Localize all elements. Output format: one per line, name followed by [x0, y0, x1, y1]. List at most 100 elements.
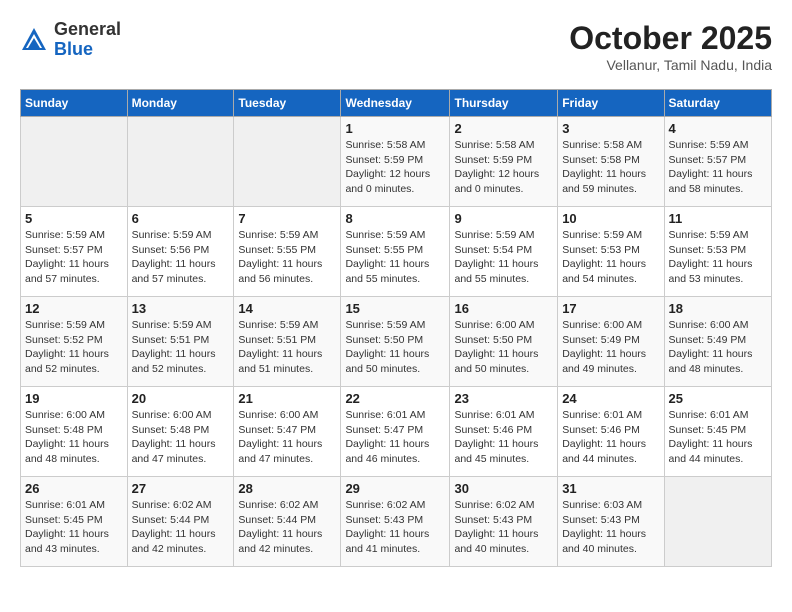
- weekday-header-row: SundayMondayTuesdayWednesdayThursdayFrid…: [21, 90, 772, 117]
- calendar-cell: [664, 477, 771, 567]
- calendar-cell: 5Sunrise: 5:59 AMSunset: 5:57 PMDaylight…: [21, 207, 128, 297]
- calendar-cell: 23 Sunrise: 6:01 AMSunset: 5:46 PMDayligh…: [450, 387, 558, 477]
- logo: General Blue: [20, 20, 121, 60]
- weekday-header-friday: Friday: [558, 90, 664, 117]
- calendar-cell: 13 Sunrise: 5:59 AMSunset: 5:51 PMDayligh…: [127, 297, 234, 387]
- calendar-cell: 18Sunrise: 6:00 AMSunset: 5:49 PMDayligh…: [664, 297, 771, 387]
- calendar-cell: 9 Sunrise: 5:59 AMSunset: 5:54 PMDaylight…: [450, 207, 558, 297]
- day-number: 12: [25, 301, 123, 316]
- day-number: 23: [454, 391, 553, 406]
- day-info: Sunrise: 6:01 AMSunset: 5:46 PMDaylight:…: [562, 408, 659, 467]
- weekday-header-sunday: Sunday: [21, 90, 128, 117]
- calendar-cell: 14Sunrise: 5:59 AMSunset: 5:51 PMDayligh…: [234, 297, 341, 387]
- day-number: 3: [562, 121, 659, 136]
- calendar-cell: 15Sunrise: 5:59 AMSunset: 5:50 PMDayligh…: [341, 297, 450, 387]
- day-info: Sunrise: 5:59 AMSunset: 5:54 PMDaylight:…: [454, 228, 553, 287]
- logo-general: General: [54, 19, 121, 39]
- day-info: Sunrise: 5:59 AMSunset: 5:50 PMDaylight:…: [345, 318, 445, 377]
- day-number: 6: [132, 211, 230, 226]
- day-number: 10: [562, 211, 659, 226]
- day-number: 7: [238, 211, 336, 226]
- day-info: Sunrise: 5:59 AMSunset: 5:53 PMDaylight:…: [562, 228, 659, 287]
- day-number: 9: [454, 211, 553, 226]
- weekday-header-saturday: Saturday: [664, 90, 771, 117]
- day-info: Sunrise: 6:00 AMSunset: 5:49 PMDaylight:…: [669, 318, 767, 377]
- calendar-week-1: 1Sunrise: 5:58 AMSunset: 5:59 PMDaylight…: [21, 117, 772, 207]
- calendar-cell: 22Sunrise: 6:01 AMSunset: 5:47 PMDayligh…: [341, 387, 450, 477]
- day-number: 2: [454, 121, 553, 136]
- calendar-cell: 30 Sunrise: 6:02 AMSunset: 5:43 PMDayligh…: [450, 477, 558, 567]
- calendar-cell: 24 Sunrise: 6:01 AMSunset: 5:46 PMDayligh…: [558, 387, 664, 477]
- calendar-cell: [234, 117, 341, 207]
- day-info: Sunrise: 5:59 AMSunset: 5:51 PMDaylight:…: [132, 318, 230, 377]
- calendar-cell: 17 Sunrise: 6:00 AMSunset: 5:49 PMDayligh…: [558, 297, 664, 387]
- day-number: 30: [454, 481, 553, 496]
- calendar-week-4: 19 Sunrise: 6:00 AMSunset: 5:48 PMDayligh…: [21, 387, 772, 477]
- calendar-cell: 25 Sunrise: 6:01 AMSunset: 5:45 PMDayligh…: [664, 387, 771, 477]
- day-number: 25: [669, 391, 767, 406]
- day-info: Sunrise: 5:58 AMSunset: 5:58 PMDaylight:…: [562, 138, 659, 197]
- calendar-cell: 20Sunrise: 6:00 AMSunset: 5:48 PMDayligh…: [127, 387, 234, 477]
- calendar-cell: 16 Sunrise: 6:00 AMSunset: 5:50 PMDayligh…: [450, 297, 558, 387]
- day-info: Sunrise: 6:01 AMSunset: 5:45 PMDaylight:…: [669, 408, 767, 467]
- location-subtitle: Vellanur, Tamil Nadu, India: [569, 57, 772, 73]
- logo-icon: [20, 26, 48, 54]
- calendar-table: SundayMondayTuesdayWednesdayThursdayFrid…: [20, 89, 772, 567]
- calendar-cell: 21 Sunrise: 6:00 AMSunset: 5:47 PMDayligh…: [234, 387, 341, 477]
- day-info: Sunrise: 5:59 AMSunset: 5:55 PMDaylight:…: [238, 228, 336, 287]
- day-info: Sunrise: 6:02 AMSunset: 5:43 PMDaylight:…: [454, 498, 553, 557]
- calendar-cell: 10 Sunrise: 5:59 AMSunset: 5:53 PMDayligh…: [558, 207, 664, 297]
- day-number: 17: [562, 301, 659, 316]
- weekday-header-tuesday: Tuesday: [234, 90, 341, 117]
- day-number: 13: [132, 301, 230, 316]
- day-info: Sunrise: 5:59 AMSunset: 5:57 PMDaylight:…: [669, 138, 767, 197]
- day-number: 14: [238, 301, 336, 316]
- day-info: Sunrise: 5:59 AMSunset: 5:55 PMDaylight:…: [345, 228, 445, 287]
- calendar-cell: 6Sunrise: 5:59 AMSunset: 5:56 PMDaylight…: [127, 207, 234, 297]
- weekday-header-thursday: Thursday: [450, 90, 558, 117]
- day-info: Sunrise: 6:00 AMSunset: 5:48 PMDaylight:…: [132, 408, 230, 467]
- day-number: 4: [669, 121, 767, 136]
- day-info: Sunrise: 6:00 AMSunset: 5:49 PMDaylight:…: [562, 318, 659, 377]
- calendar-cell: 27Sunrise: 6:02 AMSunset: 5:44 PMDayligh…: [127, 477, 234, 567]
- day-info: Sunrise: 6:00 AMSunset: 5:48 PMDaylight:…: [25, 408, 123, 467]
- calendar-week-5: 26 Sunrise: 6:01 AMSunset: 5:45 PMDayligh…: [21, 477, 772, 567]
- day-number: 21: [238, 391, 336, 406]
- weekday-header-wednesday: Wednesday: [341, 90, 450, 117]
- calendar-cell: 7 Sunrise: 5:59 AMSunset: 5:55 PMDaylight…: [234, 207, 341, 297]
- calendar-week-2: 5Sunrise: 5:59 AMSunset: 5:57 PMDaylight…: [21, 207, 772, 297]
- calendar-cell: 31Sunrise: 6:03 AMSunset: 5:43 PMDayligh…: [558, 477, 664, 567]
- calendar-cell: [127, 117, 234, 207]
- title-block: October 2025 Vellanur, Tamil Nadu, India: [569, 20, 772, 73]
- calendar-cell: 11Sunrise: 5:59 AMSunset: 5:53 PMDayligh…: [664, 207, 771, 297]
- day-info: Sunrise: 5:58 AMSunset: 5:59 PMDaylight:…: [345, 138, 445, 197]
- calendar-cell: 19 Sunrise: 6:00 AMSunset: 5:48 PMDayligh…: [21, 387, 128, 477]
- calendar-body: 1Sunrise: 5:58 AMSunset: 5:59 PMDaylight…: [21, 117, 772, 567]
- logo-text: General Blue: [54, 20, 121, 60]
- calendar-cell: 28Sunrise: 6:02 AMSunset: 5:44 PMDayligh…: [234, 477, 341, 567]
- calendar-cell: 3 Sunrise: 5:58 AMSunset: 5:58 PMDaylight…: [558, 117, 664, 207]
- weekday-header-monday: Monday: [127, 90, 234, 117]
- day-number: 24: [562, 391, 659, 406]
- calendar-cell: [21, 117, 128, 207]
- day-number: 28: [238, 481, 336, 496]
- day-number: 19: [25, 391, 123, 406]
- day-info: Sunrise: 6:00 AMSunset: 5:47 PMDaylight:…: [238, 408, 336, 467]
- day-info: Sunrise: 6:01 AMSunset: 5:46 PMDaylight:…: [454, 408, 553, 467]
- month-title: October 2025: [569, 20, 772, 57]
- day-info: Sunrise: 5:59 AMSunset: 5:53 PMDaylight:…: [669, 228, 767, 287]
- calendar-cell: 12Sunrise: 5:59 AMSunset: 5:52 PMDayligh…: [21, 297, 128, 387]
- calendar-cell: 4 Sunrise: 5:59 AMSunset: 5:57 PMDaylight…: [664, 117, 771, 207]
- calendar-cell: 2Sunrise: 5:58 AMSunset: 5:59 PMDaylight…: [450, 117, 558, 207]
- calendar-cell: 29Sunrise: 6:02 AMSunset: 5:43 PMDayligh…: [341, 477, 450, 567]
- day-info: Sunrise: 6:01 AMSunset: 5:45 PMDaylight:…: [25, 498, 123, 557]
- page-header: General Blue October 2025 Vellanur, Tami…: [20, 20, 772, 73]
- logo-blue: Blue: [54, 39, 93, 59]
- day-info: Sunrise: 6:03 AMSunset: 5:43 PMDaylight:…: [562, 498, 659, 557]
- day-info: Sunrise: 6:02 AMSunset: 5:44 PMDaylight:…: [132, 498, 230, 557]
- day-number: 29: [345, 481, 445, 496]
- day-number: 16: [454, 301, 553, 316]
- day-info: Sunrise: 6:01 AMSunset: 5:47 PMDaylight:…: [345, 408, 445, 467]
- day-info: Sunrise: 6:00 AMSunset: 5:50 PMDaylight:…: [454, 318, 553, 377]
- day-number: 26: [25, 481, 123, 496]
